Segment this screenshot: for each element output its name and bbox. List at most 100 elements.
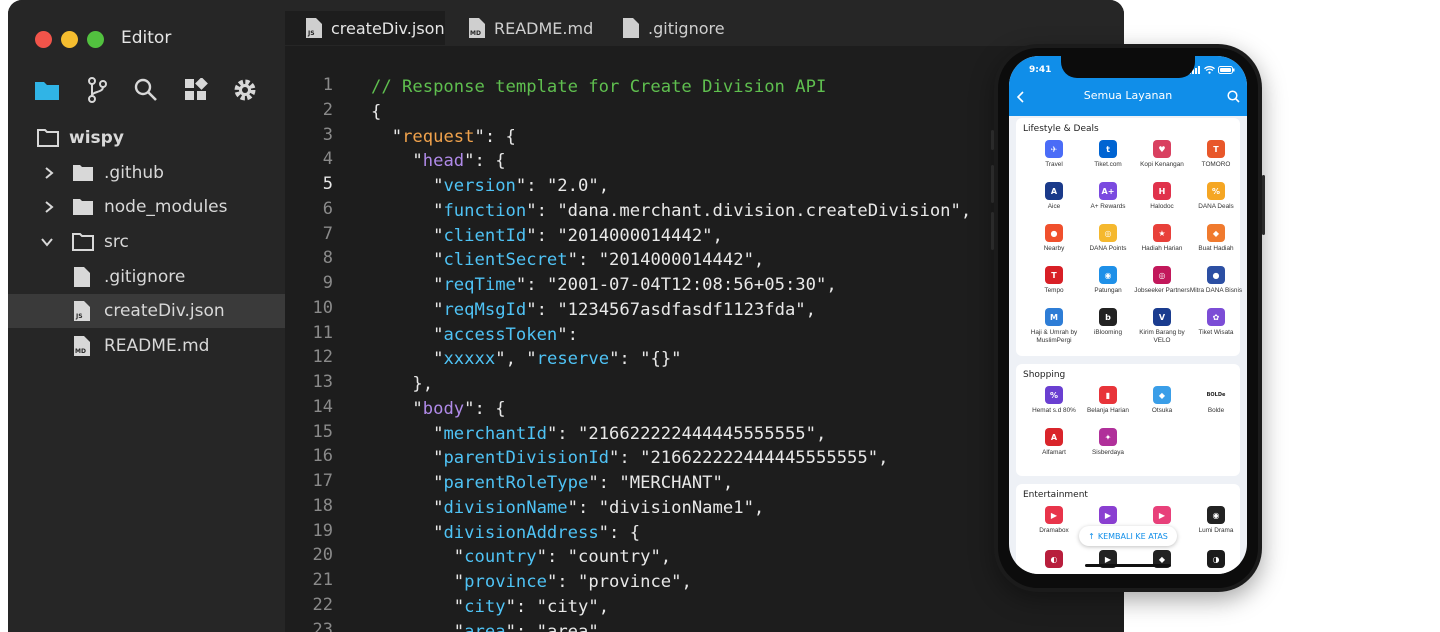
service-item[interactable]: ◆ Buat Hadiah — [1188, 224, 1244, 253]
gear-icon[interactable] — [231, 76, 259, 104]
code-line: "body": { — [412, 398, 506, 419]
code-line: }, — [371, 374, 434, 394]
app-title: Editor — [121, 28, 172, 48]
line-number: 17 — [312, 471, 333, 491]
code-line: "clientSecret": "2014000014442", — [433, 250, 765, 271]
service-label: Bolde — [1207, 407, 1225, 414]
tree-item-readme[interactable]: MD README.md — [8, 329, 285, 363]
service-label: Hadiah Harian — [1141, 245, 1183, 252]
tree-item-label: .gitignore — [104, 267, 186, 287]
service-item[interactable]: T Tempo — [1026, 266, 1082, 295]
battery-icon — [1218, 66, 1235, 74]
maximize-window-button[interactable] — [87, 31, 104, 48]
status-icons — [1189, 66, 1235, 74]
service-item[interactable]: % DANA Deals — [1188, 182, 1244, 211]
service-item[interactable]: A Alfamart — [1026, 428, 1082, 457]
service-icon: ● — [1207, 266, 1225, 284]
folder-icon — [73, 165, 93, 181]
service-item[interactable]: ◉ Patungan — [1080, 266, 1136, 295]
service-item[interactable]: ▶ — [1080, 506, 1136, 527]
service-icon: BOLDe — [1207, 386, 1225, 404]
service-label: Tiket.com — [1094, 161, 1122, 168]
service-item[interactable]: ◑ — [1188, 550, 1244, 568]
service-label: Jobseeker Partners — [1134, 287, 1190, 294]
search-icon[interactable] — [1227, 90, 1240, 103]
code-line: "reqTime": "2001-07-04T12:08:56+05:30", — [433, 275, 837, 295]
tree-item-github[interactable]: .github — [8, 156, 285, 190]
service-item[interactable]: A Aice — [1026, 182, 1082, 211]
line-number: 5 — [322, 174, 333, 194]
service-item[interactable]: ● Mitra DANA Bisnis — [1188, 266, 1244, 295]
code-line: "country": "country", — [453, 547, 672, 568]
tab-creatediv-json[interactable]: JS createDiv.json — [285, 11, 445, 45]
branch-icon[interactable] — [83, 76, 111, 104]
code-line: { — [371, 101, 382, 122]
service-item[interactable]: ◉ Lumi Drama — [1188, 506, 1244, 535]
service-item[interactable]: ♥ Kopi Kenangan — [1134, 140, 1190, 169]
service-item[interactable]: ◐ — [1026, 550, 1082, 568]
tree-item-label: README.md — [104, 336, 210, 356]
back-to-top-button[interactable]: ↑ KEMBALI KE ATAS — [1079, 526, 1177, 546]
service-item[interactable]: b iBlooming — [1080, 308, 1136, 337]
extensions-icon[interactable] — [182, 76, 210, 104]
mute-switch — [991, 130, 994, 150]
file-icon — [74, 267, 90, 287]
code-line: "parentRoleType": "MERCHANT", — [433, 473, 734, 493]
service-item[interactable]: ▶ — [1134, 506, 1190, 527]
service-item[interactable]: ◎ DANA Points — [1080, 224, 1136, 253]
service-label: DANA Deals — [1198, 203, 1234, 210]
tree-item-node-modules[interactable]: node_modules — [8, 190, 285, 224]
service-item[interactable]: ◆ Otsuka — [1134, 386, 1190, 415]
tree-item-label: src — [104, 232, 129, 252]
service-label: Haji & Umrah by MuslimPergi — [1030, 329, 1078, 344]
service-item[interactable]: BOLDe Bolde — [1188, 386, 1244, 415]
service-item[interactable]: ✦ Sisberdaya — [1080, 428, 1136, 457]
service-item[interactable]: M Haji & Umrah by MuslimPergi — [1026, 308, 1082, 345]
folder-open-icon — [37, 129, 59, 147]
tab-bar: JS createDiv.json MD README.md .gitignor… — [285, 0, 1124, 46]
service-item[interactable]: ▮ Belanja Harian — [1080, 386, 1136, 415]
service-icon: % — [1207, 182, 1225, 200]
arrow-up-icon: ↑ — [1088, 531, 1095, 541]
code-line: "head": { — [412, 151, 506, 172]
minimize-window-button[interactable] — [61, 31, 78, 48]
tree-item-gitignore[interactable]: .gitignore — [8, 260, 285, 294]
service-icon: M — [1045, 308, 1063, 326]
section-card-lifestyle: Lifestyle & Deals ✈ Travel t Tiket.com ♥ Kopi… — [1016, 118, 1242, 356]
tab-readme[interactable]: MD README.md — [469, 11, 609, 45]
service-item[interactable]: A+ A+ Rewards — [1080, 182, 1136, 211]
line-number: 12 — [312, 347, 333, 368]
tree-item-src[interactable]: src — [8, 225, 285, 259]
service-item[interactable]: ▶ Dramabox — [1026, 506, 1082, 535]
line-number: 7 — [322, 223, 333, 244]
service-item[interactable]: ● Nearby — [1026, 224, 1082, 253]
service-item[interactable]: T TOMORO — [1188, 140, 1244, 169]
line-number-gutter: 1 2 3 4 5 6 7 8 9 10 11 12 13 14 15 16 17 18 19 20 21 22 23 — [285, 46, 355, 632]
tab-gitignore[interactable]: .gitignore — [623, 11, 743, 45]
service-label: Patungan — [1094, 287, 1122, 294]
tree-item-wispy[interactable]: wispy — [8, 121, 285, 155]
service-item[interactable]: H Halodoc — [1134, 182, 1190, 211]
code-line: "reqMsgId": "1234567asdfasdf1123fda", — [433, 299, 817, 320]
service-label: Aice — [1047, 203, 1061, 210]
service-label: Tiket Wisata — [1198, 329, 1234, 336]
service-item[interactable]: V Kirim Barang by VELO — [1134, 308, 1190, 345]
volume-up-button — [991, 165, 994, 203]
service-icon: A+ — [1099, 182, 1117, 200]
close-window-button[interactable] — [35, 31, 52, 48]
service-item[interactable]: ◎ Jobseeker Partners — [1134, 266, 1190, 295]
service-label: Sisberdaya — [1092, 449, 1124, 456]
service-item[interactable]: ✈ Travel — [1026, 140, 1082, 169]
service-item[interactable]: t Tiket.com — [1080, 140, 1136, 169]
tree-item-label: node_modules — [104, 197, 228, 217]
tree-item-creatediv-json[interactable]: JS createDiv.json — [8, 294, 285, 328]
service-item[interactable]: % Hemat s.d 80% — [1026, 386, 1082, 415]
back-to-top-label: KEMBALI KE ATAS — [1097, 531, 1168, 541]
markdown-file-icon: MD — [74, 336, 90, 356]
service-item[interactable]: ✿ Tiket Wisata — [1188, 308, 1244, 337]
folder-icon[interactable] — [33, 76, 61, 104]
service-item[interactable]: ★ Hadiah Harian — [1134, 224, 1190, 253]
section-card-shopping: Shopping % Hemat s.d 80% ▮ Belanja Harian ◆ O… — [1016, 364, 1240, 476]
search-icon[interactable] — [132, 76, 160, 104]
service-icon: b — [1099, 308, 1117, 326]
